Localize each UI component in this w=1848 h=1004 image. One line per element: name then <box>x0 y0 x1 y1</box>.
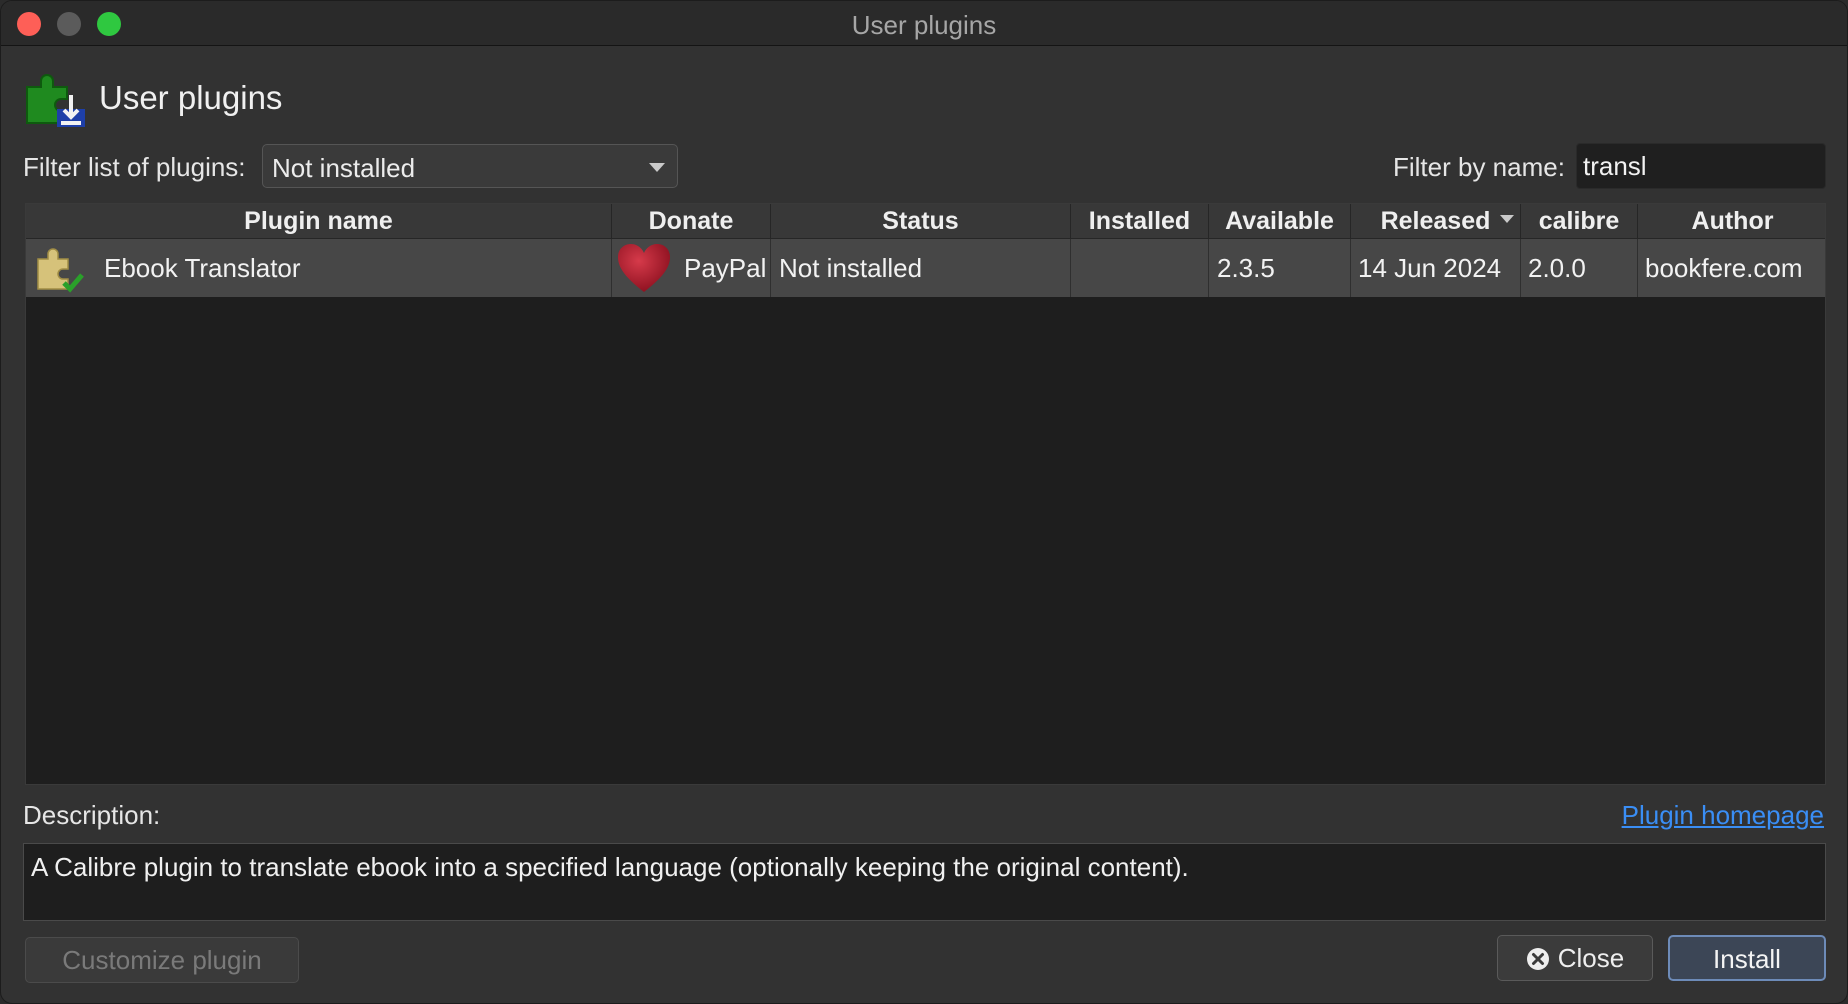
cell-released: 14 Jun 2024 <box>1351 239 1521 297</box>
table-row[interactable]: Ebook Translator PayPal Not installed 2.… <box>26 239 1825 297</box>
window-title: User plugins <box>851 10 997 40</box>
cell-author: bookfere.com <box>1645 253 1803 283</box>
page-title: User plugins <box>99 79 283 116</box>
cell-plugin-name: Ebook Translator <box>26 239 612 297</box>
close-circle-icon <box>1526 948 1549 970</box>
cell-donate[interactable]: PayPal <box>612 239 771 297</box>
install-button[interactable]: Install <box>1668 935 1826 981</box>
plugin-name: Ebook Translator <box>104 253 301 283</box>
donate-paypal: PayPal <box>684 253 767 283</box>
close-button-label: Close <box>1557 943 1625 973</box>
user-plugins-window: User plugins User plugins Filter list of… <box>0 0 1848 1004</box>
heart-icon <box>618 244 670 292</box>
cell-available: 2.3.5 <box>1209 239 1351 297</box>
puzzle-download-icon <box>26 74 85 127</box>
filter-list-dropdown[interactable]: Not installed <box>262 144 678 188</box>
cell-installed <box>1071 239 1209 297</box>
plugins-table: Plugin name Donate Status Installed Avai… <box>25 203 1826 785</box>
column-header-author[interactable]: Author <box>1638 204 1825 238</box>
column-header-plugin-name[interactable]: Plugin name <box>26 204 612 238</box>
column-header-status[interactable]: Status <box>771 204 1071 238</box>
cell-status: Not installed <box>771 239 1071 297</box>
close-button[interactable]: Close <box>1497 935 1653 981</box>
column-header-released-label: Released <box>1380 207 1491 235</box>
filter-name-label: Filter by name: <box>1393 152 1565 182</box>
title-bar: User plugins <box>1 1 1847 46</box>
filter-list-selected: Not installed <box>272 153 416 183</box>
table-header: Plugin name Donate Status Installed Avai… <box>26 204 1825 239</box>
sort-descending-icon <box>1500 215 1514 223</box>
filter-list-label: Filter list of plugins: <box>23 152 246 182</box>
description-label: Description: <box>23 800 161 830</box>
description-text: A Calibre plugin to translate ebook into… <box>23 843 1826 921</box>
plugin-installed-check-icon <box>37 248 84 293</box>
customize-plugin-button[interactable]: Customize plugin <box>25 937 299 983</box>
cell-calibre: 2.0.0 <box>1521 239 1638 297</box>
column-header-released[interactable]: Released <box>1351 204 1521 238</box>
column-header-installed[interactable]: Installed <box>1071 204 1209 238</box>
chevron-down-icon <box>649 163 665 172</box>
filter-name-input[interactable] <box>1576 143 1826 189</box>
plugin-homepage-link[interactable]: Plugin homepage <box>1622 800 1824 831</box>
column-header-available[interactable]: Available <box>1209 204 1351 238</box>
column-header-calibre[interactable]: calibre <box>1521 204 1638 238</box>
column-header-donate[interactable]: Donate <box>612 204 771 238</box>
